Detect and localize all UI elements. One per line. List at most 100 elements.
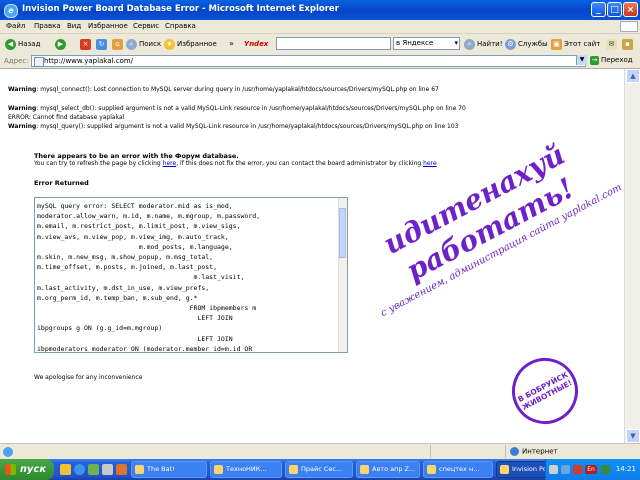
- this-site-button[interactable]: ▣ Этот сайт: [551, 37, 600, 51]
- tray-volume-icon[interactable]: [601, 465, 610, 474]
- error-subtext: You can try to refresh the page by click…: [34, 160, 437, 167]
- favorites-label: Избранное: [177, 40, 217, 48]
- sql-scrollbar[interactable]: [338, 198, 347, 352]
- tray-antivirus-icon[interactable]: [573, 465, 582, 474]
- globe-icon: [510, 447, 519, 456]
- site-icon: ▣: [551, 38, 562, 50]
- menu-edit[interactable]: Правка: [34, 22, 61, 30]
- page-scrollbar[interactable]: ▲ ▼: [624, 69, 640, 443]
- start-button[interactable]: пуск: [0, 459, 54, 480]
- star-icon: ★: [164, 38, 175, 50]
- search-scope-value: в Яндексе: [396, 39, 434, 47]
- error-heading: There appears to be an error with the Фо…: [34, 152, 239, 160]
- sub-text-mid: , if this does not fix the error, you ca…: [176, 160, 424, 167]
- windows-logo-icon: [620, 21, 638, 32]
- zone-label: Интернет: [522, 447, 558, 456]
- services-label: Службы: [518, 40, 548, 48]
- task-label: Invision Po...: [512, 465, 546, 473]
- language-indicator[interactable]: En: [585, 465, 597, 474]
- quicklaunch-ie-icon[interactable]: [74, 464, 85, 475]
- home-button[interactable]: ⌂: [112, 37, 125, 51]
- task-the-bat[interactable]: The Bat!: [131, 461, 207, 478]
- yandex-search-input[interactable]: [276, 37, 391, 50]
- services-button[interactable]: ⚙ Службы: [505, 37, 548, 51]
- sql-error-textarea[interactable]: mySQL query error: SELECT moderator.mid …: [34, 197, 348, 353]
- search-scope-select[interactable]: в Яндексе ▾: [393, 37, 460, 50]
- warning-query: Warning: mysql_query(): supplied argumen…: [8, 123, 459, 130]
- yandex-logo: Yndex: [244, 40, 269, 48]
- windows-flag-icon: [5, 464, 16, 475]
- sql-error-text: mySQL query error: SELECT moderator.mid …: [37, 202, 261, 353]
- minimize-button[interactable]: _: [591, 2, 606, 17]
- error-line: ERROR: Cannot find database yaplakal: [8, 114, 125, 121]
- apology-text: We apologise for any inconvenience: [34, 374, 143, 381]
- task-auto[interactable]: Авто апр Z...: [356, 461, 420, 478]
- back-label: Назад: [18, 40, 41, 48]
- forward-button[interactable]: ▶: [55, 37, 68, 51]
- stop-button[interactable]: ×: [80, 37, 93, 51]
- home-icon: ⌂: [112, 38, 123, 50]
- refresh-link[interactable]: here: [163, 160, 177, 167]
- scroll-up-button[interactable]: ▲: [626, 69, 640, 83]
- toolbar-chevron[interactable]: »: [229, 37, 234, 51]
- task-label: Прайс Сес...: [301, 465, 343, 473]
- find-button[interactable]: ⌕ Найти!: [464, 37, 503, 51]
- menu-bar: Файл Правка Вид Избранное Сервис Справка: [0, 20, 640, 34]
- menu-file[interactable]: Файл: [6, 22, 25, 30]
- this-site-label: Этот сайт: [564, 40, 601, 48]
- task-spectech[interactable]: спецтех н...: [423, 461, 493, 478]
- task-price[interactable]: Прайс Сес...: [285, 461, 353, 478]
- find-label: Найти!: [477, 40, 503, 48]
- address-input[interactable]: http://www.yaplakal.com/: [31, 55, 586, 67]
- warning-text: : mysql_connect(): Lost connection to My…: [36, 86, 439, 93]
- system-tray: En 14:21: [545, 459, 640, 480]
- back-button[interactable]: ◀ Назад: [5, 37, 40, 51]
- status-bar: Интернет: [0, 443, 640, 460]
- title-bar: e Invision Power Board Database Error - …: [0, 0, 640, 20]
- services-icon: ⚙: [505, 38, 516, 50]
- task-label: Авто апр Z...: [372, 465, 416, 473]
- refresh-button[interactable]: ↻: [96, 37, 109, 51]
- go-label: Переход: [601, 56, 633, 64]
- tray-network-icon[interactable]: [561, 465, 570, 474]
- back-arrow-icon: ◀: [5, 38, 16, 50]
- quicklaunch-app-icon[interactable]: [88, 464, 99, 475]
- address-bar: Адрес: http://www.yaplakal.com/ ▼ → Перех…: [0, 54, 640, 69]
- close-button[interactable]: ×: [623, 2, 638, 17]
- start-label: пуск: [20, 464, 47, 475]
- warning-connect: Warning: mysql_connect(): Lost connectio…: [8, 86, 439, 93]
- sql-scroll-thumb[interactable]: [339, 208, 346, 258]
- search-icon: ⌕: [126, 38, 137, 50]
- favorites-button[interactable]: ★ Избранное: [164, 37, 217, 51]
- menu-view[interactable]: Вид: [67, 22, 81, 30]
- menu-help[interactable]: Справка: [165, 22, 196, 30]
- go-button[interactable]: → Переход: [590, 56, 633, 65]
- window-title: Invision Power Board Database Error - Mi…: [22, 4, 339, 14]
- menu-tools[interactable]: Сервис: [133, 22, 159, 30]
- task-technonik[interactable]: ТехноНИК...: [210, 461, 282, 478]
- quicklaunch-media-icon[interactable]: [116, 464, 127, 475]
- task-invision[interactable]: Invision Po...: [496, 461, 546, 478]
- ie-icon: [360, 465, 369, 474]
- error-returned-label: Error Returned: [34, 179, 89, 187]
- address-url: http://www.yaplakal.com/: [44, 57, 134, 65]
- search-button[interactable]: ⌕ Поиск: [126, 37, 161, 51]
- clock: 14:21: [615, 465, 636, 473]
- quicklaunch-folder-icon[interactable]: [60, 464, 71, 475]
- mail-button[interactable]: ✉: [606, 37, 619, 51]
- stop-icon: ×: [80, 38, 91, 50]
- scroll-down-button[interactable]: ▼: [626, 429, 640, 443]
- contact-admin-link[interactable]: here: [423, 160, 437, 167]
- warning-label: Warning: [8, 86, 37, 93]
- address-dropdown-button[interactable]: ▼: [576, 55, 587, 65]
- menu-favorites[interactable]: Избранное: [88, 22, 128, 30]
- ie-icon: [427, 465, 436, 474]
- lock-button[interactable]: ▪: [622, 37, 635, 51]
- lock-icon: ▪: [622, 38, 633, 50]
- tray-app-icon[interactable]: [549, 465, 558, 474]
- quicklaunch-desktop-icon[interactable]: [102, 464, 113, 475]
- security-zone: Интернет: [510, 447, 558, 456]
- maximize-button[interactable]: □: [607, 2, 622, 17]
- magnifier-icon: ⌕: [464, 38, 475, 50]
- sub-text-pre: You can try to refresh the page by click…: [34, 160, 163, 167]
